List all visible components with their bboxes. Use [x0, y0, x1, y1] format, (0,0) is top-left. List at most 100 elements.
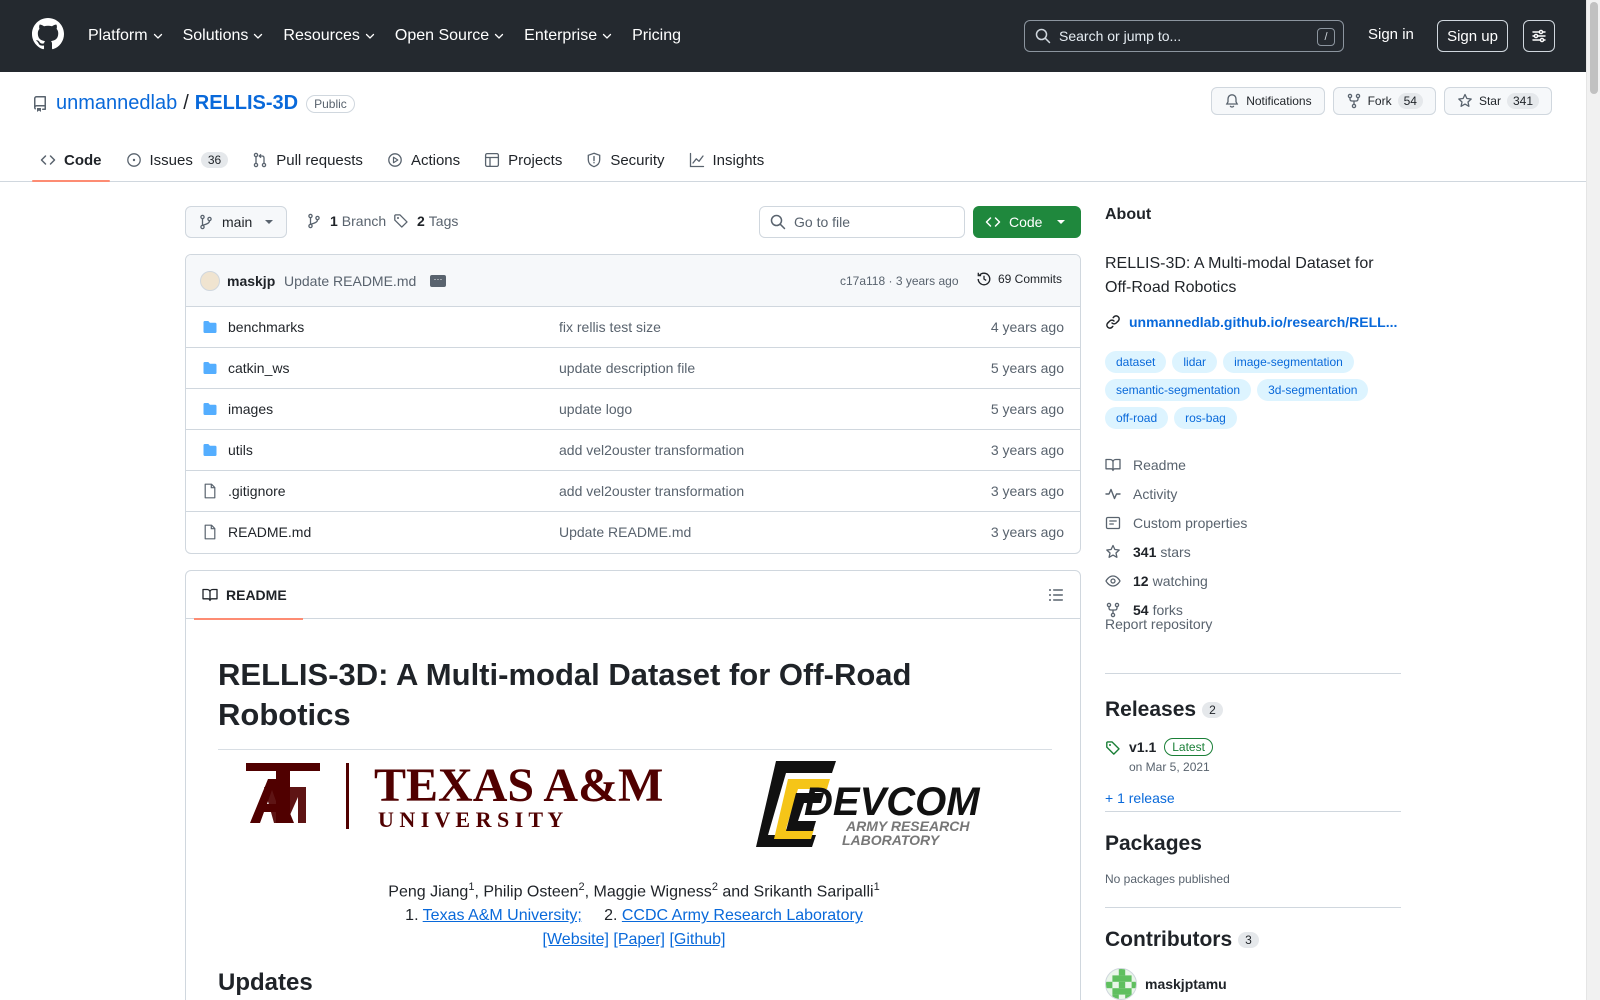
search-input[interactable]: Search or jump to... / — [1024, 20, 1344, 52]
table-row: README.md Update README.md 3 years ago — [186, 512, 1080, 553]
commit-author-link[interactable]: maskjp — [227, 273, 275, 289]
sign-in-link[interactable]: Sign in — [1368, 26, 1414, 43]
file-commit-message-link[interactable]: fix rellis test size — [559, 319, 661, 335]
ellipsis-icon[interactable]: ··· — [430, 275, 446, 287]
tab-projects[interactable]: Projects — [476, 138, 570, 182]
file-commit-message-link[interactable]: add vel2ouster transformation — [559, 483, 744, 499]
topic-tag[interactable]: ros-bag — [1174, 407, 1237, 429]
file-commit-message-link[interactable]: Update README.md — [559, 524, 691, 540]
stat-custom-properties[interactable]: Custom properties — [1105, 508, 1401, 537]
branches-link[interactable]: 1 Branch — [306, 213, 386, 229]
list-unordered-icon[interactable] — [1048, 587, 1064, 603]
stat-activity[interactable]: Activity — [1105, 479, 1401, 508]
chevron-down-icon — [495, 33, 504, 39]
tamu-link[interactable]: Texas A&M University; — [423, 907, 582, 924]
latest-release[interactable]: v1.1 Latest on Mar 5, 2021 — [1105, 738, 1401, 774]
top-nav: Platform Solutions Resources Open Source Ent… — [88, 0, 700, 72]
graph-icon — [689, 152, 704, 168]
readme-tab[interactable]: README — [194, 571, 303, 620]
chevron-down-icon — [602, 33, 612, 39]
eye-icon — [1105, 574, 1121, 587]
topic-tag[interactable]: dataset — [1105, 351, 1167, 373]
nav-item-solutions[interactable]: Solutions — [183, 27, 265, 45]
fork-count: 54 — [1397, 93, 1423, 109]
stat-readme[interactable]: Readme — [1105, 450, 1401, 479]
readme-link-website[interactable]: [Website] — [543, 931, 609, 948]
commit-hash-time[interactable]: c17a118 · 3 years ago — [840, 274, 959, 288]
repo-actions: Notifications Fork 54 Star 341 — [1203, 87, 1552, 115]
github-logo-icon[interactable] — [32, 18, 64, 50]
contributor-item[interactable]: maskjptamu — [1105, 968, 1401, 1000]
branch-icon — [200, 214, 212, 230]
commits-history-link[interactable]: 69 Commits — [976, 271, 1062, 287]
topic-tag[interactable]: 3d-segmentation — [1257, 379, 1369, 401]
notifications-button[interactable]: Notifications — [1211, 87, 1325, 115]
scrollbar-thumb[interactable] — [1590, 2, 1598, 94]
packages-heading[interactable]: Packages — [1105, 832, 1401, 856]
tab-insights[interactable]: Insights — [681, 138, 773, 182]
file-name-link[interactable]: .gitignore — [228, 483, 286, 499]
folder-icon — [203, 444, 217, 456]
code-dropdown-button[interactable]: Code — [973, 206, 1081, 238]
issue-icon — [126, 153, 141, 167]
repo-stats: Readme Activity Custom properties 341 stars 1… — [1105, 450, 1401, 624]
stat-stars[interactable]: 341 stars — [1105, 537, 1401, 566]
report-repository-link[interactable]: Report repository — [1105, 616, 1212, 632]
readme-link-github[interactable]: [Github] — [669, 931, 725, 948]
file-commit-message-link[interactable]: update description file — [559, 360, 695, 376]
stat-label: watching — [1152, 572, 1208, 589]
star-button[interactable]: Star 341 — [1443, 87, 1552, 115]
file-name-link[interactable]: images — [228, 401, 273, 417]
contributors-heading[interactable]: Contributors — [1105, 928, 1232, 952]
folder-icon — [203, 321, 217, 333]
repo-owner-link[interactable]: unmannedlab — [56, 92, 177, 115]
file-commit-message-link[interactable]: add vel2ouster transformation — [559, 442, 744, 458]
more-releases-link[interactable]: + 1 release — [1105, 790, 1401, 806]
file-name-link[interactable]: utils — [228, 442, 253, 458]
about-sidebar: About RELLIS-3D: A Multi-modal Dataset f… — [1105, 206, 1401, 632]
branch-selector[interactable]: main — [185, 206, 288, 238]
releases-heading[interactable]: Releases — [1105, 698, 1196, 722]
topic-tag[interactable]: lidar — [1172, 351, 1218, 373]
nav-item-open-source[interactable]: Open Source — [395, 27, 505, 45]
file-name-link[interactable]: README.md — [228, 524, 311, 540]
tab-security[interactable]: Security — [578, 138, 672, 182]
topic-tag[interactable]: off-road — [1105, 407, 1169, 429]
avatar — [1105, 968, 1137, 1000]
sign-up-button[interactable]: Sign up — [1437, 20, 1508, 52]
stat-watching[interactable]: 12 watching — [1105, 566, 1401, 595]
topic-tag[interactable]: semantic-segmentation — [1105, 379, 1252, 401]
readme-link-paper[interactable]: [Paper] — [613, 931, 665, 948]
topic-tag[interactable]: image-segmentation — [1223, 351, 1354, 373]
readme-authors: Peng Jiang1, Philip Osteen2, Maggie Wign… — [186, 875, 1080, 952]
go-to-file-input[interactable]: Go to file — [759, 206, 965, 238]
tab-code[interactable]: Code — [32, 138, 110, 182]
note-icon — [1105, 516, 1121, 529]
commit-message-link[interactable]: Update README.md — [284, 273, 416, 289]
website-link[interactable]: unmannedlab.github.io/research/RELL... — [1105, 314, 1401, 330]
repo-name-link[interactable]: RELLIS-3D — [195, 92, 298, 115]
settings-menu-button[interactable] — [1523, 20, 1555, 52]
file-name-link[interactable]: catkin_ws — [228, 360, 289, 376]
page-scrollbar[interactable] — [1586, 0, 1600, 1000]
tab-actions[interactable]: Actions — [379, 138, 468, 182]
file-commit-message-link[interactable]: update logo — [559, 401, 632, 417]
tab-issues[interactable]: Issues 36 — [118, 138, 237, 182]
table-row: utils add vel2ouster transformation 3 year… — [186, 430, 1080, 471]
nav-item-label: Solutions — [182, 27, 249, 44]
nav-item-platform[interactable]: Platform — [88, 27, 164, 45]
fork-button[interactable]: Fork 54 — [1332, 87, 1436, 115]
table-icon — [485, 152, 500, 168]
author-name: Maggie Wigness — [593, 883, 712, 901]
link-icon — [1106, 315, 1120, 329]
tab-pull-requests[interactable]: Pull requests — [244, 138, 371, 182]
chevron-down-icon — [365, 33, 375, 39]
nav-item-pricing[interactable]: Pricing — [632, 27, 681, 45]
devcom-logo: DEVCOM ARMY RESEARCH LABORATORY — [756, 759, 1026, 849]
nav-item-resources[interactable]: Resources — [283, 27, 375, 45]
avatar[interactable] — [200, 271, 220, 291]
arl-link[interactable]: CCDC Army Research Laboratory — [622, 907, 863, 924]
nav-item-enterprise[interactable]: Enterprise — [524, 27, 613, 45]
tags-link[interactable]: 2 Tags — [393, 213, 458, 229]
file-name-link[interactable]: benchmarks — [228, 319, 304, 335]
